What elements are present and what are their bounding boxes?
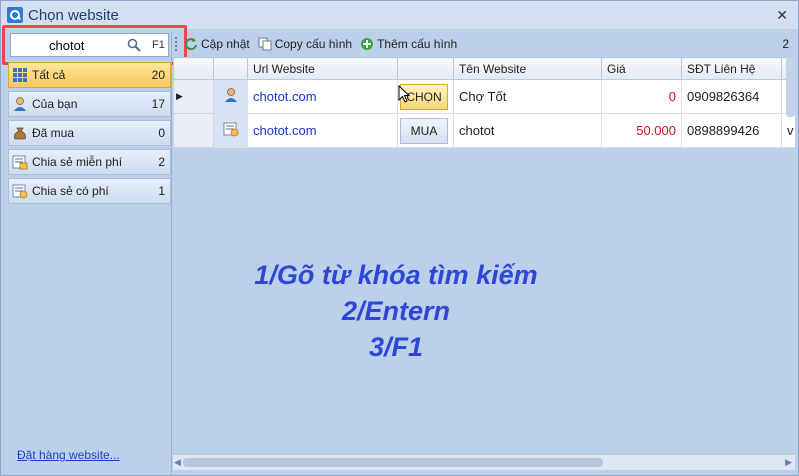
search-shortcut-key: F1 — [152, 39, 165, 51]
vertical-scrollbar[interactable] — [786, 57, 795, 117]
website-picker-window: Chọn website ✕ F1 Tất cả 20 Của bạn — [0, 0, 799, 476]
scrollbar-thumb[interactable] — [183, 458, 603, 467]
row-action-cell: MUA — [397, 113, 454, 148]
toolbar-grip[interactable] — [175, 37, 178, 51]
header-icon — [213, 57, 248, 80]
shared-document-icon — [12, 155, 28, 170]
row-phone: 0909826364 — [681, 79, 782, 114]
table-row[interactable]: chotot.com MUA chotot 50.000 0898899426 … — [173, 113, 795, 148]
category-free-shared[interactable]: Chia sẻ miễn phí 2 — [8, 149, 171, 175]
category-label: Chia sẻ miễn phí — [32, 155, 123, 169]
copy-config-button[interactable]: Copy cấu hình — [258, 37, 352, 51]
window-title: Chọn website — [28, 6, 119, 24]
category-yours[interactable]: Của bạn 17 — [8, 91, 171, 117]
row-name: chotot — [453, 113, 602, 148]
horizontal-scrollbar[interactable]: ◀ ▶ — [173, 454, 795, 470]
copy-icon — [258, 37, 272, 51]
header-url[interactable]: Url Website — [247, 57, 398, 80]
category-purchased[interactable]: Đã mua 0 — [8, 120, 171, 146]
user-icon — [224, 88, 237, 102]
category-label: Tất cả — [32, 68, 66, 82]
row-extra: v — [781, 113, 795, 148]
row-icon-cell — [213, 113, 248, 148]
search-app-icon — [7, 7, 23, 23]
title-bar: Chọn website ✕ — [1, 1, 798, 29]
header-price[interactable]: Giá — [601, 57, 682, 80]
row-name: Chợ Tốt — [453, 79, 602, 114]
category-label: Đã mua — [32, 126, 75, 140]
close-icon[interactable]: ✕ — [776, 7, 788, 24]
buy-button[interactable]: MUA — [400, 117, 448, 144]
search-icon[interactable] — [127, 38, 141, 52]
mouse-cursor-icon — [398, 85, 410, 103]
row-url[interactable]: chotot.com — [247, 113, 398, 148]
instruction-line-2: 2/Entern — [341, 296, 451, 326]
toolbar: Cập nhật Copy cấu hình Thêm cấu hình 2 — [173, 33, 795, 55]
scroll-right-icon[interactable]: ▶ — [785, 457, 792, 468]
website-grid: Url Website Tên Website Giá SĐT Liên Hệ … — [173, 57, 795, 455]
category-count: 20 — [151, 68, 165, 82]
row-indicator: ▶ — [173, 79, 214, 114]
category-count: 2 — [158, 155, 165, 169]
category-count: 0 — [158, 126, 165, 140]
category-sidebar: Tất cả 20 Của bạn 17 Đã mua 0 Chia sẻ mi… — [8, 62, 171, 207]
category-paid-shared[interactable]: Chia sẻ có phí 1 — [8, 178, 171, 204]
header-name[interactable]: Tên Website — [453, 57, 602, 80]
category-count: 17 — [151, 97, 165, 111]
table-header-row: Url Website Tên Website Giá SĐT Liên Hệ … — [173, 57, 795, 80]
row-icon-cell — [213, 79, 248, 114]
row-price: 50.000 — [601, 113, 682, 148]
instruction-line-1: 1/Gõ từ khóa tìm kiếm — [254, 260, 538, 290]
paid-document-icon — [12, 184, 28, 199]
add-config-button[interactable]: Thêm cấu hình — [360, 37, 457, 51]
header-indicator — [173, 57, 214, 80]
row-url[interactable]: chotot.com — [247, 79, 398, 114]
row-phone: 0898899426 — [681, 113, 782, 148]
update-label: Cập nhật — [201, 37, 250, 51]
paid-document-icon — [223, 122, 238, 137]
search-box: F1 — [10, 33, 169, 57]
category-count: 1 — [158, 184, 165, 198]
result-count: 2 — [782, 37, 789, 51]
table-row[interactable]: ▶ chotot.com CHỌN Chợ Tốt 0 0909826364 — [173, 79, 795, 114]
copy-config-label: Copy cấu hình — [274, 37, 353, 51]
user-icon — [14, 97, 26, 111]
instruction-overlay: 1/Gõ từ khóa tìm kiếm 2/Entern 3/F1 — [171, 257, 621, 365]
search-input[interactable] — [49, 37, 159, 53]
instruction-line-3: 3/F1 — [368, 332, 424, 362]
header-action — [397, 57, 454, 80]
category-all[interactable]: Tất cả 20 — [8, 62, 171, 88]
refresh-icon — [185, 38, 197, 51]
row-indicator — [173, 113, 214, 148]
header-phone[interactable]: SĐT Liên Hệ — [681, 57, 782, 80]
money-bag-icon — [14, 127, 26, 140]
update-button[interactable]: Cập nhật — [184, 37, 250, 51]
add-config-label: Thêm cấu hình — [377, 37, 458, 51]
website-table: Url Website Tên Website Giá SĐT Liên Hệ … — [173, 57, 795, 148]
scroll-left-icon[interactable]: ◀ — [174, 457, 181, 468]
category-label: Của bạn — [32, 97, 78, 111]
category-label: Chia sẻ có phí — [32, 184, 109, 198]
panel-divider[interactable] — [171, 31, 172, 475]
row-price: 0 — [601, 79, 682, 114]
order-website-link[interactable]: Đặt hàng website... — [17, 448, 120, 462]
grid-icon — [13, 68, 27, 82]
add-icon — [361, 38, 374, 50]
